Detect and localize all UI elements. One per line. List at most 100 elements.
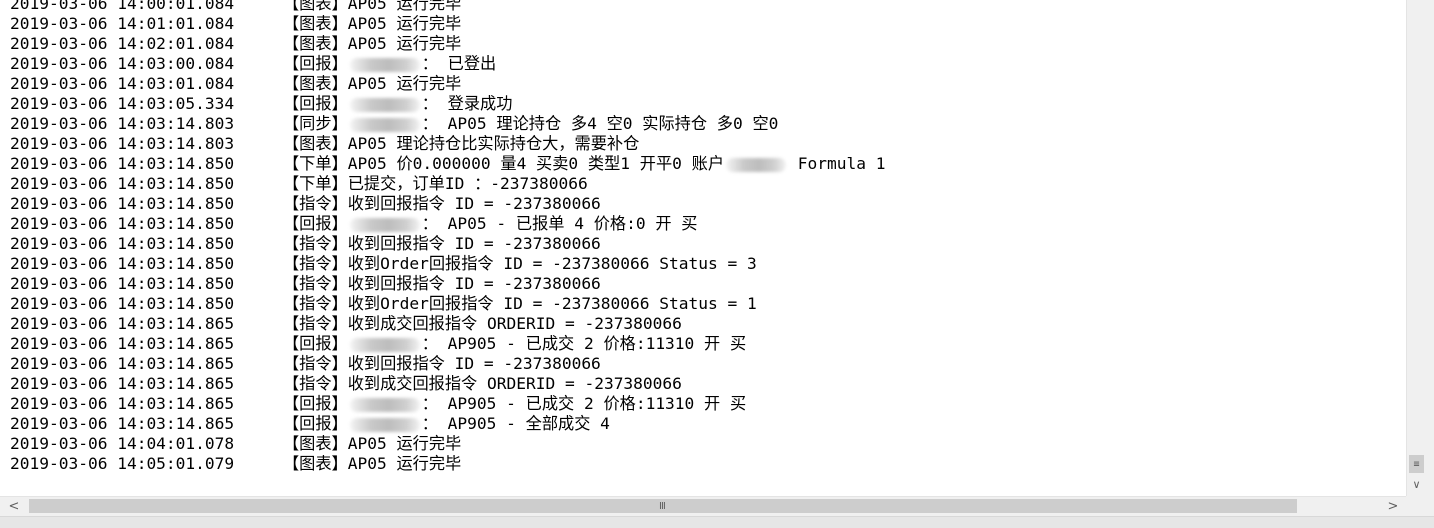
log-text: 收到回报指令 ID = -237380066 (347, 274, 601, 293)
log-tag: 【回报】 (283, 334, 348, 353)
log-line: 2019-03-06 14:03:14.803 【同步】 ： AP05 理论持仓 多… (10, 114, 886, 134)
log-tag: 【图表】 (283, 454, 348, 473)
log-text: AP05 运行完毕 (347, 0, 462, 13)
log-line: 2019-03-06 14:03:14.850 【指令】收到Order回报指令 I… (10, 294, 886, 314)
log-message: 【图表】AP05 运行完毕 (283, 0, 461, 14)
log-line: 2019-03-06 14:03:14.865 【指令】收到回报指令 ID = -… (10, 354, 886, 374)
log-tag: 【图表】 (283, 0, 348, 13)
horizontal-scroll-thumb[interactable]: Ⅲ (29, 499, 1297, 513)
vertical-scroll-thumb[interactable]: ≡ (1409, 455, 1424, 473)
log-text: 收到成交回报指令 ORDERID = -237380066 (347, 314, 682, 333)
window-bottom-edge (0, 516, 1434, 528)
grip-icon: Ⅲ (659, 500, 667, 512)
log-tag: 【同步】 (283, 114, 348, 133)
log-line: 2019-03-06 14:03:01.084 【图表】AP05 运行完毕 (10, 74, 886, 94)
log-line: 2019-03-06 14:03:14.850 【指令】收到回报指令 ID = -… (10, 274, 886, 294)
log-tag: 【图表】 (283, 74, 348, 93)
log-message: 【回报】 ： 登录成功 (283, 94, 512, 114)
log-text: 收到回报指令 ID = -237380066 (347, 234, 601, 253)
log-line: 2019-03-06 14:00:01.084 【图表】AP05 运行完毕 (10, 0, 886, 14)
chevron-left-icon: < (8, 499, 20, 514)
log-timestamp: 2019-03-06 14:03:14.803 (10, 114, 235, 133)
log-timestamp: 2019-03-06 14:03:14.850 (10, 174, 235, 193)
log-tag: 【指令】 (283, 294, 348, 313)
log-timestamp: 2019-03-06 14:03:14.850 (10, 214, 235, 233)
redacted-account (349, 337, 420, 352)
log-line: 2019-03-06 14:03:14.865 【指令】收到成交回报指令 ORDE… (10, 314, 886, 334)
log-line: 2019-03-06 14:03:14.850 【指令】收到回报指令 ID = -… (10, 194, 886, 214)
log-message: 【图表】AP05 运行完毕 (283, 74, 461, 94)
log-tag: 【回报】 (283, 54, 348, 73)
log-timestamp: 2019-03-06 14:03:14.850 (10, 194, 235, 213)
log-tag: 【指令】 (283, 374, 348, 393)
log-message: 【图表】AP05 理论持仓比实际持仓大，需要补仓 (283, 134, 639, 154)
window-right-edge (1425, 0, 1434, 516)
log-message: 【下单】已提交，订单ID ：-237380066 (283, 174, 588, 194)
scroll-left-button[interactable]: < (4, 497, 24, 516)
log-line: 2019-03-06 14:03:14.865 【回报】 ： AP905 - 已成交… (10, 334, 886, 354)
log-timestamp: 2019-03-06 14:03:00.084 (10, 54, 235, 73)
log-tag: 【图表】 (283, 34, 348, 53)
redacted-account (726, 157, 787, 172)
log-line: 2019-03-06 14:03:14.850 【指令】收到回报指令 ID = -… (10, 234, 886, 254)
log-message: 【同步】 ： AP05 理论持仓 多4 空0 实际持仓 多0 空0 (283, 114, 778, 134)
log-line: 2019-03-06 14:03:14.850 【下单】已提交，订单ID ：-23… (10, 174, 886, 194)
redacted-account (349, 57, 420, 72)
log-line: 2019-03-06 14:03:14.865 【回报】 ： AP905 - 全部成… (10, 414, 886, 434)
chevron-down-icon: ∨ (1412, 478, 1421, 491)
log-line: 2019-03-06 14:05:01.079 【图表】AP05 运行完毕 (10, 454, 886, 474)
log-tag: 【指令】 (283, 194, 348, 213)
scroll-right-button[interactable]: > (1383, 497, 1403, 516)
log-line: 2019-03-06 14:03:00.084 【回报】 ： 已登出 (10, 54, 886, 74)
log-tag: 【下单】 (283, 154, 348, 173)
log-tag: 【回报】 (283, 214, 348, 233)
log-tag: 【回报】 (283, 394, 348, 413)
log-window: 2019-03-06 14:00:01.084 【图表】AP05 运行完毕 2019… (0, 0, 1434, 528)
log-text-suffix: ： AP905 - 已成交 2 价格:11310 开 买 (421, 334, 747, 353)
log-line: 2019-03-06 14:03:14.850 【指令】收到Order回报指令 I… (10, 254, 886, 274)
vertical-scrollbar[interactable]: ≡ ∨ (1406, 0, 1426, 496)
grip-icon: ≡ (1413, 458, 1420, 470)
log-message: 【图表】AP05 运行完毕 (283, 454, 461, 474)
log-message: 【指令】收到回报指令 ID = -237380066 (283, 274, 601, 294)
log-line: 2019-03-06 14:03:14.865 【回报】 ： AP905 - 已成交… (10, 394, 886, 414)
log-timestamp: 2019-03-06 14:03:05.334 (10, 94, 235, 113)
log-list: 2019-03-06 14:00:01.084 【图表】AP05 运行完毕 2019… (10, 0, 886, 474)
log-message: 【指令】收到成交回报指令 ORDERID = -237380066 (283, 374, 682, 394)
log-text: AP05 运行完毕 (347, 74, 462, 93)
log-text: 收到回报指令 ID = -237380066 (347, 194, 601, 213)
log-text: 已提交，订单ID ：-237380066 (347, 174, 588, 193)
log-timestamp: 2019-03-06 14:03:14.850 (10, 234, 235, 253)
log-text: AP05 价0.000000 量4 买卖0 类型1 开平0 账户 (347, 154, 725, 173)
log-message: 【指令】收到回报指令 ID = -237380066 (283, 354, 601, 374)
log-line: 2019-03-06 14:03:14.850 【回报】 ： AP05 - 已报单 … (10, 214, 886, 234)
redacted-account (349, 97, 420, 112)
log-message: 【图表】AP05 运行完毕 (283, 434, 461, 454)
log-text-suffix: ： AP905 - 全部成交 4 (421, 414, 610, 433)
log-timestamp: 2019-03-06 14:03:14.865 (10, 394, 235, 413)
log-timestamp: 2019-03-06 14:03:14.850 (10, 154, 235, 173)
log-tag: 【指令】 (283, 354, 348, 373)
log-tag: 【回报】 (283, 94, 348, 113)
log-text-suffix: ： 已登出 (421, 54, 497, 73)
log-text: AP05 运行完毕 (347, 434, 462, 453)
log-text-suffix: ： AP905 - 已成交 2 价格:11310 开 买 (421, 394, 747, 413)
scroll-down-button[interactable]: ∨ (1407, 476, 1426, 493)
log-text: AP05 运行完毕 (347, 34, 462, 53)
log-timestamp: 2019-03-06 14:03:14.850 (10, 274, 235, 293)
log-text-suffix: ： AP05 - 已报单 4 价格:0 开 买 (421, 214, 698, 233)
log-text: AP05 理论持仓比实际持仓大，需要补仓 (347, 134, 640, 153)
log-line: 2019-03-06 14:03:14.850 【下单】AP05 价0.00000… (10, 154, 886, 174)
log-message: 【图表】AP05 运行完毕 (283, 14, 461, 34)
log-tag: 【指令】 (283, 314, 348, 333)
log-line: 2019-03-06 14:03:14.803 【图表】AP05 理论持仓比实际持… (10, 134, 886, 154)
log-timestamp: 2019-03-06 14:02:01.084 (10, 34, 235, 53)
log-message: 【指令】收到成交回报指令 ORDERID = -237380066 (283, 314, 682, 334)
log-timestamp: 2019-03-06 14:05:01.079 (10, 454, 235, 473)
log-timestamp: 2019-03-06 14:03:14.865 (10, 414, 235, 433)
log-message: 【回报】 ： AP05 - 已报单 4 价格:0 开 买 (283, 214, 697, 234)
log-text-area[interactable]: 2019-03-06 14:00:01.084 【图表】AP05 运行完毕 2019… (0, 0, 1406, 496)
log-text: AP05 运行完毕 (347, 14, 462, 33)
horizontal-scrollbar[interactable]: < Ⅲ > (0, 496, 1406, 516)
log-text-suffix: Formula 1 (788, 154, 886, 173)
